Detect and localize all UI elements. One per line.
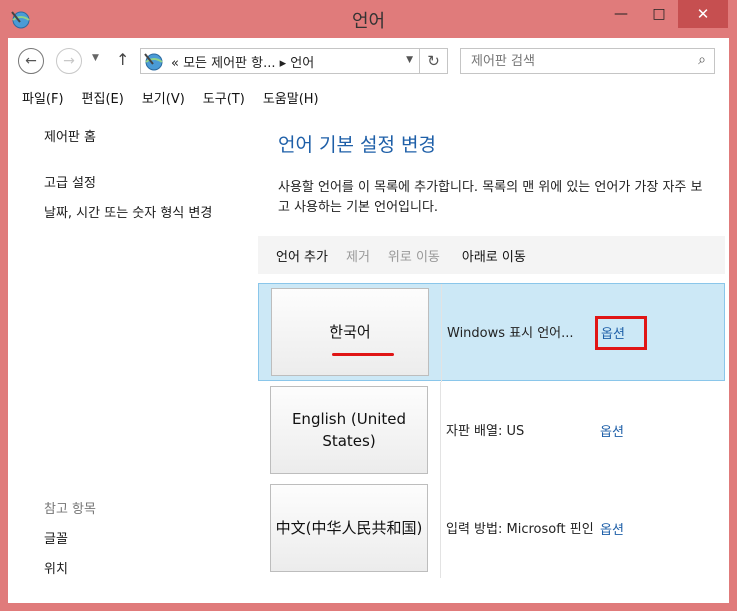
close-button[interactable]: ✕ xyxy=(678,0,728,28)
menu-file[interactable]: 파일(F) xyxy=(18,88,68,107)
see-also-heading: 참고 항목 xyxy=(44,502,96,517)
language-row[interactable]: English (United States) 자판 배열: US 옵션 xyxy=(258,382,725,480)
language-name: English (United States) xyxy=(291,410,407,450)
row-divider xyxy=(441,284,442,382)
nav-location[interactable]: 위치 xyxy=(44,560,68,579)
options-link[interactable]: 옵션 xyxy=(600,519,624,538)
language-row[interactable]: 中文(中华人民共和国) 입력 방법: Microsoft 핀인 옵션 xyxy=(258,480,725,578)
move-up-button[interactable]: 위로 이동 xyxy=(388,246,440,265)
language-name: 中文(中华人民共和国) xyxy=(275,519,423,537)
arrow-up-icon: ↑ xyxy=(116,50,130,69)
main-content: 언어 기본 설정 변경 사용할 언어를 이 목록에 추가합니다. 목록의 맨 위… xyxy=(258,110,729,603)
title-bar: 언어 — □ ✕ xyxy=(0,0,737,38)
minimize-icon: — xyxy=(614,6,628,22)
menu-view[interactable]: 보기(V) xyxy=(138,88,189,107)
forward-button[interactable]: → xyxy=(56,48,82,74)
arrow-right-icon: → xyxy=(63,53,75,69)
language-toolbar: 언어 추가 제거 위로 이동 아래로 이동 xyxy=(258,236,725,274)
search-input[interactable] xyxy=(461,49,681,73)
chevron-down-icon: ▼ xyxy=(92,53,99,63)
add-language-button[interactable]: 언어 추가 xyxy=(276,246,328,265)
refresh-button[interactable]: ↻ xyxy=(420,48,448,74)
page-title: 언어 기본 설정 변경 xyxy=(278,134,436,156)
refresh-icon: ↻ xyxy=(427,52,440,70)
recent-locations-button[interactable]: ▼ xyxy=(92,53,99,63)
nav-advanced-settings[interactable]: 고급 설정 xyxy=(44,174,96,193)
options-link[interactable]: 옵션 xyxy=(600,421,624,440)
navigation-pane: 제어판 홈 고급 설정 날짜, 시간 또는 숫자 형식 변경 참고 항목 글꼴 … xyxy=(8,110,258,603)
control-panel-icon xyxy=(144,53,163,71)
menu-tools[interactable]: 도구(T) xyxy=(199,88,249,107)
address-field[interactable]: « 모든 제어판 항... ▸ 언어 ▼ xyxy=(140,48,420,74)
menu-bar: 파일(F) 편집(E) 보기(V) 도구(T) 도움말(H) xyxy=(8,84,729,110)
menu-help[interactable]: 도움말(H) xyxy=(259,88,323,107)
chevron-down-icon[interactable]: ▼ xyxy=(406,55,413,65)
language-tile[interactable]: English (United States) xyxy=(270,386,428,474)
back-button[interactable]: ← xyxy=(18,48,44,74)
arrow-left-icon: ← xyxy=(25,53,37,69)
address-path: « 모든 제어판 항... ▸ 언어 xyxy=(171,55,315,71)
maximize-button[interactable]: □ xyxy=(640,0,678,28)
close-icon: ✕ xyxy=(696,5,710,23)
language-status: Windows 표시 언어... xyxy=(447,325,574,341)
maximize-icon: □ xyxy=(652,6,666,22)
language-name: 한국어 xyxy=(329,323,371,341)
nav-date-time-format[interactable]: 날짜, 시간 또는 숫자 형식 변경 xyxy=(44,204,244,223)
language-status: 입력 방법: Microsoft 핀인 xyxy=(446,521,594,537)
search-icon[interactable]: ⌕ xyxy=(698,52,706,68)
search-box: ⌕ xyxy=(460,48,715,74)
menu-edit[interactable]: 편집(E) xyxy=(78,88,128,107)
row-divider xyxy=(440,382,441,480)
language-tile[interactable]: 中文(中华人民共和国) xyxy=(270,484,428,572)
language-status: 자판 배열: US xyxy=(446,423,525,439)
page-description: 사용할 언어를 이 목록에 추가합니다. 목록의 맨 위에 있는 언어가 가장 … xyxy=(278,180,703,215)
remove-button[interactable]: 제거 xyxy=(346,246,370,265)
up-button[interactable]: ↑ xyxy=(116,50,129,69)
minimize-button[interactable]: — xyxy=(602,0,640,28)
language-tile[interactable]: 한국어 xyxy=(271,288,429,376)
language-row[interactable]: 한국어 Windows 표시 언어... 옵션 xyxy=(258,283,725,382)
nav-control-panel-home[interactable]: 제어판 홈 xyxy=(44,128,96,147)
annotation-highlight-box xyxy=(595,316,647,350)
move-down-button[interactable]: 아래로 이동 xyxy=(462,246,526,265)
annotation-underline xyxy=(332,353,394,356)
address-bar: ← → ▼ ↑ « 모든 제어판 항... ▸ 언어 ▼ ↻ ⌕ xyxy=(8,38,729,84)
nav-fonts[interactable]: 글꼴 xyxy=(44,530,68,549)
row-divider xyxy=(440,480,441,578)
window-body: ← → ▼ ↑ « 모든 제어판 항... ▸ 언어 ▼ ↻ ⌕ 파일(F) 편… xyxy=(8,38,729,603)
